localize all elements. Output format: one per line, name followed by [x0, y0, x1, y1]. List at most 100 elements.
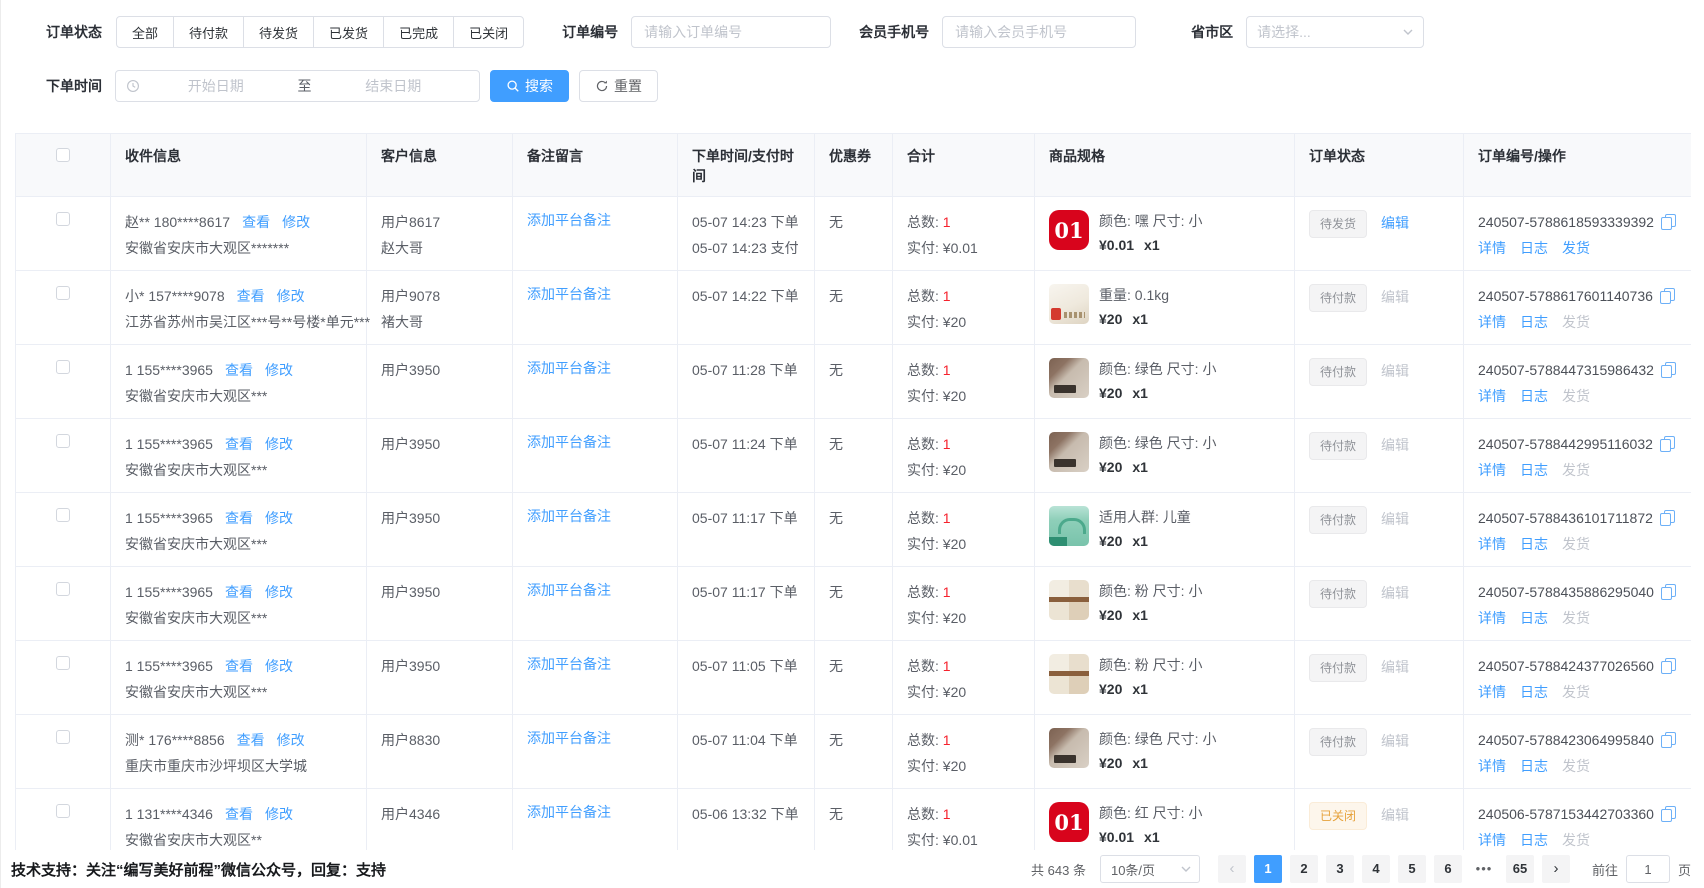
- add-platform-remark-link[interactable]: 添加平台备注: [527, 212, 611, 228]
- modify-address-link[interactable]: 修改: [265, 584, 293, 600]
- add-platform-remark-link[interactable]: 添加平台备注: [527, 508, 611, 524]
- status-tab-2[interactable]: 待发货: [243, 16, 314, 48]
- phone-input[interactable]: [942, 16, 1136, 48]
- reset-button[interactable]: 重置: [579, 70, 658, 102]
- edit-status-link[interactable]: 编辑: [1381, 511, 1409, 527]
- modify-address-link[interactable]: 修改: [265, 436, 293, 452]
- modify-address-link[interactable]: 修改: [282, 214, 310, 230]
- edit-status-link[interactable]: 编辑: [1381, 807, 1409, 823]
- ship-link[interactable]: 发货: [1562, 388, 1590, 404]
- detail-link[interactable]: 详情: [1478, 536, 1506, 552]
- detail-link[interactable]: 详情: [1478, 462, 1506, 478]
- status-tab-0[interactable]: 全部: [116, 16, 174, 48]
- detail-link[interactable]: 详情: [1478, 314, 1506, 330]
- add-platform-remark-link[interactable]: 添加平台备注: [527, 434, 611, 450]
- page-button-4[interactable]: 4: [1362, 855, 1390, 883]
- modify-address-link[interactable]: 修改: [277, 288, 305, 304]
- copy-icon[interactable]: [1660, 288, 1675, 304]
- row-checkbox[interactable]: [56, 434, 70, 448]
- region-select[interactable]: 请选择...: [1246, 16, 1424, 48]
- view-address-link[interactable]: 查看: [225, 510, 253, 526]
- modify-address-link[interactable]: 修改: [265, 510, 293, 526]
- copy-icon[interactable]: [1660, 436, 1675, 452]
- ship-link[interactable]: 发货: [1562, 758, 1590, 774]
- row-checkbox[interactable]: [56, 656, 70, 670]
- copy-icon[interactable]: [1661, 214, 1676, 230]
- detail-link[interactable]: 详情: [1478, 240, 1506, 256]
- select-all-checkbox[interactable]: [56, 148, 70, 162]
- detail-link[interactable]: 详情: [1478, 758, 1506, 774]
- copy-icon[interactable]: [1661, 584, 1676, 600]
- add-platform-remark-link[interactable]: 添加平台备注: [527, 286, 611, 302]
- view-address-link[interactable]: 查看: [225, 436, 253, 452]
- log-link[interactable]: 日志: [1520, 462, 1548, 478]
- page-size-select[interactable]: 10条/页: [1100, 855, 1200, 883]
- row-checkbox[interactable]: [56, 730, 70, 744]
- view-address-link[interactable]: 查看: [225, 362, 253, 378]
- detail-link[interactable]: 详情: [1478, 610, 1506, 626]
- ship-link[interactable]: 发货: [1562, 610, 1590, 626]
- order-no-input[interactable]: [631, 16, 831, 48]
- row-checkbox[interactable]: [56, 508, 70, 522]
- row-checkbox[interactable]: [56, 212, 70, 226]
- add-platform-remark-link[interactable]: 添加平台备注: [527, 656, 611, 672]
- edit-status-link[interactable]: 编辑: [1381, 289, 1409, 305]
- add-platform-remark-link[interactable]: 添加平台备注: [527, 582, 611, 598]
- view-address-link[interactable]: 查看: [237, 288, 265, 304]
- date-range-picker[interactable]: 开始日期 至 结束日期: [115, 70, 480, 102]
- ship-link[interactable]: 发货: [1562, 240, 1590, 256]
- status-tab-4[interactable]: 已完成: [383, 16, 454, 48]
- view-address-link[interactable]: 查看: [225, 806, 253, 822]
- ship-link[interactable]: 发货: [1562, 462, 1590, 478]
- detail-link[interactable]: 详情: [1478, 684, 1506, 700]
- status-tab-3[interactable]: 已发货: [313, 16, 384, 48]
- add-platform-remark-link[interactable]: 添加平台备注: [527, 804, 611, 820]
- add-platform-remark-link[interactable]: 添加平台备注: [527, 360, 611, 376]
- ship-link[interactable]: 发货: [1562, 832, 1590, 848]
- log-link[interactable]: 日志: [1520, 536, 1548, 552]
- pagination-ellipsis[interactable]: •••: [1470, 855, 1498, 883]
- copy-icon[interactable]: [1661, 658, 1676, 674]
- edit-status-link[interactable]: 编辑: [1381, 659, 1409, 675]
- detail-link[interactable]: 详情: [1478, 388, 1506, 404]
- page-button-1[interactable]: 1: [1254, 855, 1282, 883]
- view-address-link[interactable]: 查看: [225, 584, 253, 600]
- page-button-3[interactable]: 3: [1326, 855, 1354, 883]
- log-link[interactable]: 日志: [1520, 314, 1548, 330]
- ship-link[interactable]: 发货: [1562, 314, 1590, 330]
- prev-page-button[interactable]: ‹: [1218, 855, 1246, 883]
- modify-address-link[interactable]: 修改: [265, 658, 293, 674]
- log-link[interactable]: 日志: [1520, 388, 1548, 404]
- log-link[interactable]: 日志: [1520, 610, 1548, 626]
- page-button-2[interactable]: 2: [1290, 855, 1318, 883]
- goto-page-input[interactable]: [1626, 855, 1670, 883]
- add-platform-remark-link[interactable]: 添加平台备注: [527, 730, 611, 746]
- view-address-link[interactable]: 查看: [225, 658, 253, 674]
- end-date-placeholder[interactable]: 结束日期: [318, 76, 470, 96]
- start-date-placeholder[interactable]: 开始日期: [140, 76, 292, 96]
- copy-icon[interactable]: [1661, 806, 1676, 822]
- last-page-button[interactable]: 65: [1506, 855, 1534, 883]
- search-button[interactable]: 搜索: [490, 70, 569, 102]
- detail-link[interactable]: 详情: [1478, 832, 1506, 848]
- edit-status-link[interactable]: 编辑: [1381, 437, 1409, 453]
- status-tab-5[interactable]: 已关闭: [453, 16, 524, 48]
- status-tab-1[interactable]: 待付款: [173, 16, 244, 48]
- log-link[interactable]: 日志: [1520, 832, 1548, 848]
- ship-link[interactable]: 发货: [1562, 684, 1590, 700]
- edit-status-link[interactable]: 编辑: [1381, 585, 1409, 601]
- view-address-link[interactable]: 查看: [242, 214, 270, 230]
- copy-icon[interactable]: [1661, 732, 1676, 748]
- ship-link[interactable]: 发货: [1562, 536, 1590, 552]
- modify-address-link[interactable]: 修改: [265, 362, 293, 378]
- edit-status-link[interactable]: 编辑: [1381, 733, 1409, 749]
- log-link[interactable]: 日志: [1520, 758, 1548, 774]
- view-address-link[interactable]: 查看: [237, 732, 265, 748]
- page-button-6[interactable]: 6: [1434, 855, 1462, 883]
- edit-status-link[interactable]: 编辑: [1381, 363, 1409, 379]
- copy-icon[interactable]: [1661, 362, 1676, 378]
- copy-icon[interactable]: [1660, 510, 1675, 526]
- row-checkbox[interactable]: [56, 804, 70, 818]
- row-checkbox[interactable]: [56, 286, 70, 300]
- log-link[interactable]: 日志: [1520, 240, 1548, 256]
